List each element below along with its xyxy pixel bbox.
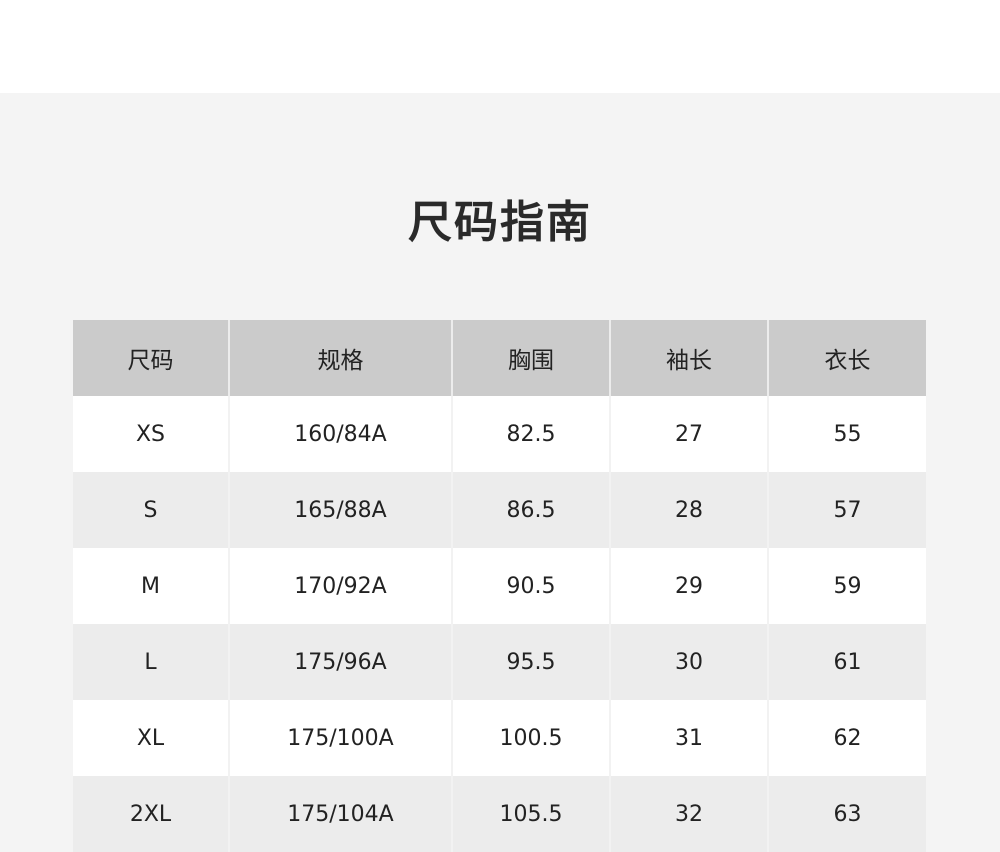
table-row: XS 160/84A 82.5 27 55 [73,396,926,472]
cell-size: L [144,649,157,675]
cell-sleeve: 30 [609,624,768,700]
cell-chest: 105.5 [451,776,610,852]
table-row: XL 175/100A 100.5 31 62 [73,700,926,776]
cell-sleeve: 27 [609,396,768,472]
table-row: L 175/96A 95.5 30 61 [73,624,926,700]
header-size: 尺码 [127,348,174,374]
cell-length: 62 [767,700,926,776]
cell-size: XL [136,725,165,751]
cell-length: 57 [767,472,926,548]
cell-spec: 165/88A [228,472,452,548]
header-spec: 规格 [228,320,452,396]
cell-sleeve: 28 [609,472,768,548]
table-header-row: 尺码 规格 胸围 袖长 衣长 [73,320,926,396]
cell-length: 55 [767,396,926,472]
table-row: M 170/92A 90.5 29 59 [73,548,926,624]
cell-sleeve: 31 [609,700,768,776]
cell-chest: 90.5 [451,548,610,624]
cell-spec: 175/100A [228,700,452,776]
header-length: 衣长 [767,320,926,396]
cell-size: XS [135,421,166,447]
cell-sleeve: 29 [609,548,768,624]
cell-spec: 175/96A [228,624,452,700]
cell-size: S [143,497,158,523]
cell-length: 61 [767,624,926,700]
cell-chest: 82.5 [451,396,610,472]
cell-spec: 160/84A [228,396,452,472]
top-blank-area [0,0,1000,93]
header-sleeve: 袖长 [609,320,768,396]
cell-size: 2XL [129,801,172,827]
table-row: 2XL 175/104A 105.5 32 63 [73,776,926,852]
page-title: 尺码指南 [408,197,592,248]
size-table: 尺码 规格 胸围 袖长 衣长 XS 160/84A 82.5 27 55 S 1… [73,320,926,852]
cell-spec: 170/92A [228,548,452,624]
cell-chest: 100.5 [451,700,610,776]
cell-chest: 95.5 [451,624,610,700]
cell-chest: 86.5 [451,472,610,548]
cell-size: M [141,573,160,599]
table-row: S 165/88A 86.5 28 57 [73,472,926,548]
cell-spec: 175/104A [228,776,452,852]
cell-length: 63 [767,776,926,852]
header-chest: 胸围 [451,320,610,396]
cell-sleeve: 32 [609,776,768,852]
cell-length: 59 [767,548,926,624]
